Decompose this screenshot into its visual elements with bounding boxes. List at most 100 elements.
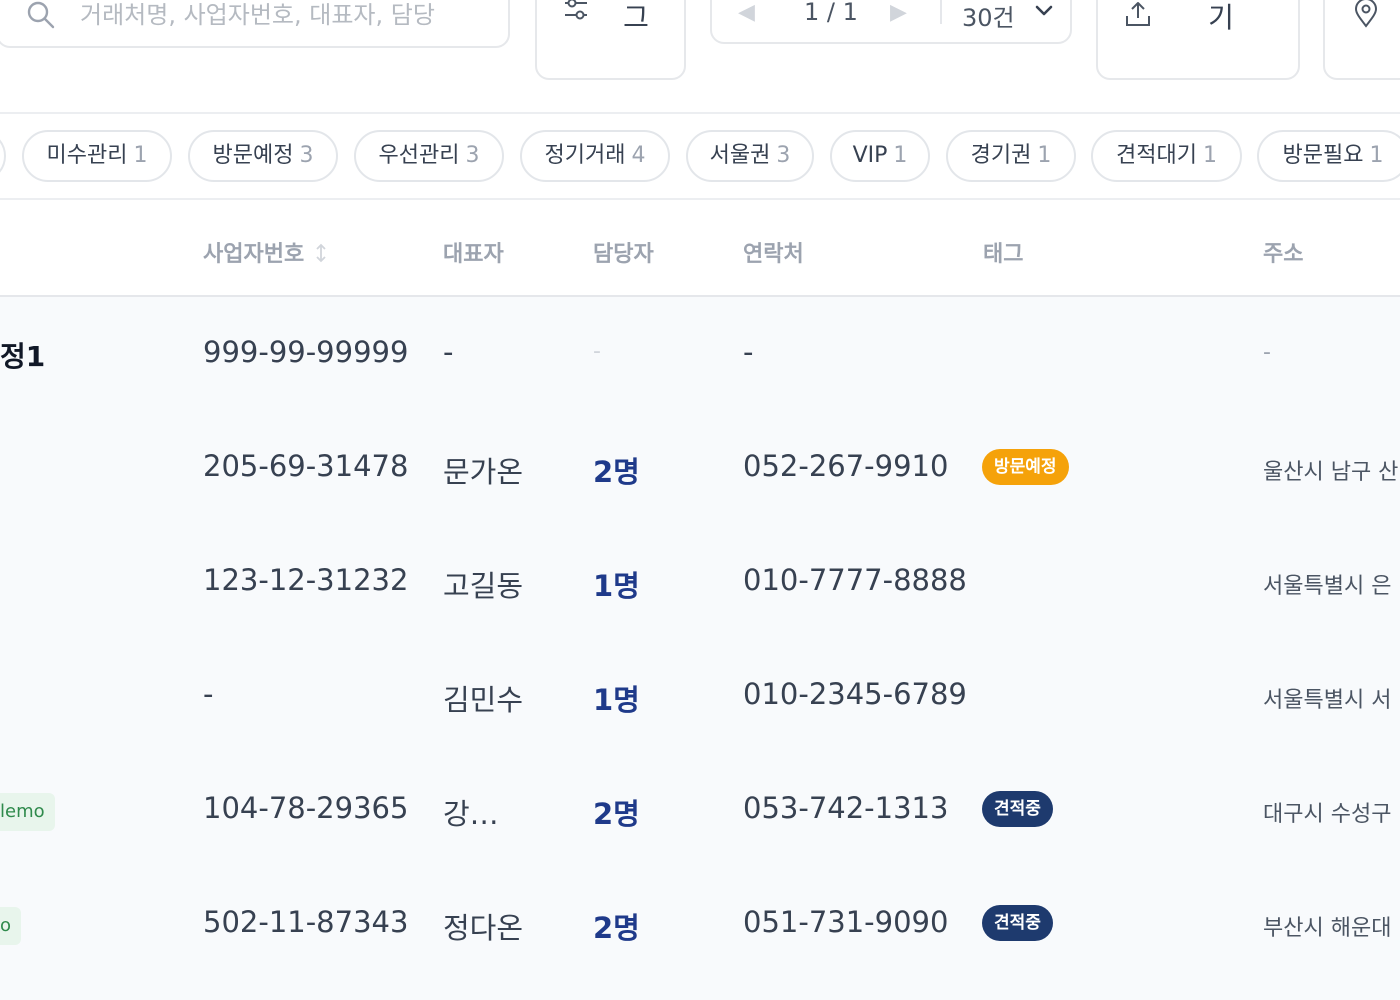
biz-no: - [203,677,214,711]
export-button[interactable]: 내 기 [1096,0,1300,80]
client-name[interactable]: 정1 [0,335,45,375]
page-indicator: 1 / 1 [804,0,858,26]
tag-chip-label: 방문예정 [212,143,294,168]
client-type-chip: o [0,907,22,945]
tag-chip-label: 견적대기 [1116,143,1197,168]
table-row[interactable]: lemo 104-78-29365 강… 2명 053-742-1313 견적중… [0,753,1400,867]
filter-button[interactable]: 필 그 [535,0,686,80]
tag-chip-count: 3 [465,143,480,168]
ceo-name: 정다온 [443,911,524,945]
column-header-tag[interactable]: 태그 [983,236,1023,268]
tag-chip[interactable]: VIP 1 [830,130,930,182]
contact-number: 010-7777-8888 [743,563,967,597]
table-row[interactable]: o 502-11-87343 정다온 2명 051-731-9090 견적중 부… [0,867,1400,981]
tag-chip-label: 경기권 [970,143,1032,168]
search-icon [27,1,55,29]
manager-count: - [593,339,601,364]
ceo-name: 김민수 [443,683,524,717]
column-header-address[interactable]: 주소 [1263,236,1303,268]
address: 울산시 남구 산 [1263,460,1399,485]
address: 서울특별시 서 [1263,688,1392,713]
tag-chip-label: 서울권 [709,143,771,168]
tag-chip[interactable]: 방문필요 1 [1257,130,1400,182]
tag-chip-label: VIP [852,143,888,168]
contact-number: 053-742-1313 [743,791,949,825]
status-badge: 견적중 [982,905,1053,941]
biz-no: 205-69-31478 [203,449,409,483]
page-size-select[interactable]: 30건 [962,0,1015,33]
tag-chip[interactable]: 미수관리 1 [22,130,172,182]
tag-chip-label: 방문필요 [1282,143,1364,168]
table-row[interactable]: 123-12-31232 고길동 1명 010-7777-8888 서울특별시 … [0,525,1400,639]
prev-page-button[interactable]: ◀ [738,0,755,25]
pager-divider [940,0,942,24]
column-header-manager[interactable]: 담당자 [593,236,654,268]
filter-label: 필 그 [623,1,649,34]
client-type-chip: lemo [0,793,55,831]
address: 대구시 수성구 [1263,802,1392,827]
tag-chip[interactable]: 방문예정 3 [188,130,338,182]
ceo-name: - [443,335,454,369]
pagination: ◀ 1 / 1 ▶ 30건 [710,0,1072,44]
search-box[interactable] [0,0,510,48]
tag-chip-count: 3 [299,143,314,168]
ceo-name: 문가온 [443,455,524,489]
ceo-name: 고길동 [443,569,524,603]
status-badge: 방문예정 [982,449,1069,485]
tag-chip[interactable]: 경기권 1 [946,130,1076,182]
tag-chip[interactable]: 정기거래 4 [520,130,670,182]
tag-chip-label: 정기거래 [544,143,626,168]
column-header-label: 사업자번호 [203,242,305,267]
table-header: 사업자번호 대표자 담당자 연락처 태그 주소 [0,200,1400,297]
tag-chip-count: 1 [133,143,148,168]
tag-chip-count: 1 [1202,143,1217,168]
biz-no: 104-78-29365 [203,791,409,825]
table-row[interactable]: 205-69-31478 문가온 2명 052-267-9910 방문예정 울산… [0,411,1400,525]
filter-icon [565,0,587,20]
tag-chip-count: 1 [1369,143,1384,168]
column-header-ceo[interactable]: 대표자 [443,236,504,268]
contact-number: 010-2345-6789 [743,677,967,711]
tag-chip-label: 미수관리 [46,143,128,168]
tag-chip[interactable]: 서울권 3 [686,130,814,182]
toolbar: 필 그 ◀ 1 / 1 ▶ 30건 내 기 [0,0,1400,114]
ceo-name: 강… [443,797,499,831]
biz-no: 502-11-87343 [203,905,409,939]
tag-chip[interactable]: 우선관리 3 [354,130,504,182]
manager-count[interactable]: 1명 [593,563,640,605]
table-row[interactable]: 정1 999-99-99999 - - - - [0,297,1400,411]
tag-filter-bar: 미수관리 1 방문예정 3 우선관리 3 정기거래 4 서울권 3 VIP 1 경기권 1 견… [0,114,1400,200]
tag-chip-partial[interactable] [0,130,6,182]
chevron-down-icon[interactable] [1034,4,1054,18]
tag-chip-count: 3 [776,143,791,168]
status-badge: 견적중 [982,791,1053,827]
search-input[interactable] [80,0,480,32]
manager-count[interactable]: 1명 [593,677,640,719]
map-button[interactable] [1323,0,1400,80]
sort-icon[interactable] [314,243,328,263]
tag-chip[interactable]: 견적대기 1 [1091,130,1242,182]
tag-chip-count: 4 [631,143,646,168]
export-label: 내 기 [1208,1,1234,34]
contact-number: - [743,335,754,369]
contact-number: 051-731-9090 [743,905,949,939]
biz-no: 999-99-99999 [203,335,409,369]
next-page-button[interactable]: ▶ [890,0,907,25]
address: - [1263,340,1271,365]
table-body: 정1 999-99-99999 - - - - 205-69-31478 문가온… [0,297,1400,1000]
column-header-biz-no[interactable]: 사업자번호 [203,236,328,268]
manager-count[interactable]: 2명 [593,449,640,491]
upload-icon [1126,2,1150,26]
tag-chip-count: 1 [893,143,908,168]
manager-count[interactable]: 2명 [593,791,640,833]
manager-count[interactable]: 2명 [593,905,640,947]
address: 부산시 해운대 [1263,916,1392,941]
table-row[interactable]: - 김민수 1명 010-2345-6789 서울특별시 서 [0,639,1400,753]
contact-number: 052-267-9910 [743,449,949,483]
tag-chip-label: 우선관리 [378,143,460,168]
address: 서울특별시 은 [1263,574,1392,599]
column-header-contact[interactable]: 연락처 [743,236,804,268]
biz-no: 123-12-31232 [203,563,409,597]
map-pin-icon [1354,0,1378,28]
tag-chip-count: 1 [1037,143,1052,168]
